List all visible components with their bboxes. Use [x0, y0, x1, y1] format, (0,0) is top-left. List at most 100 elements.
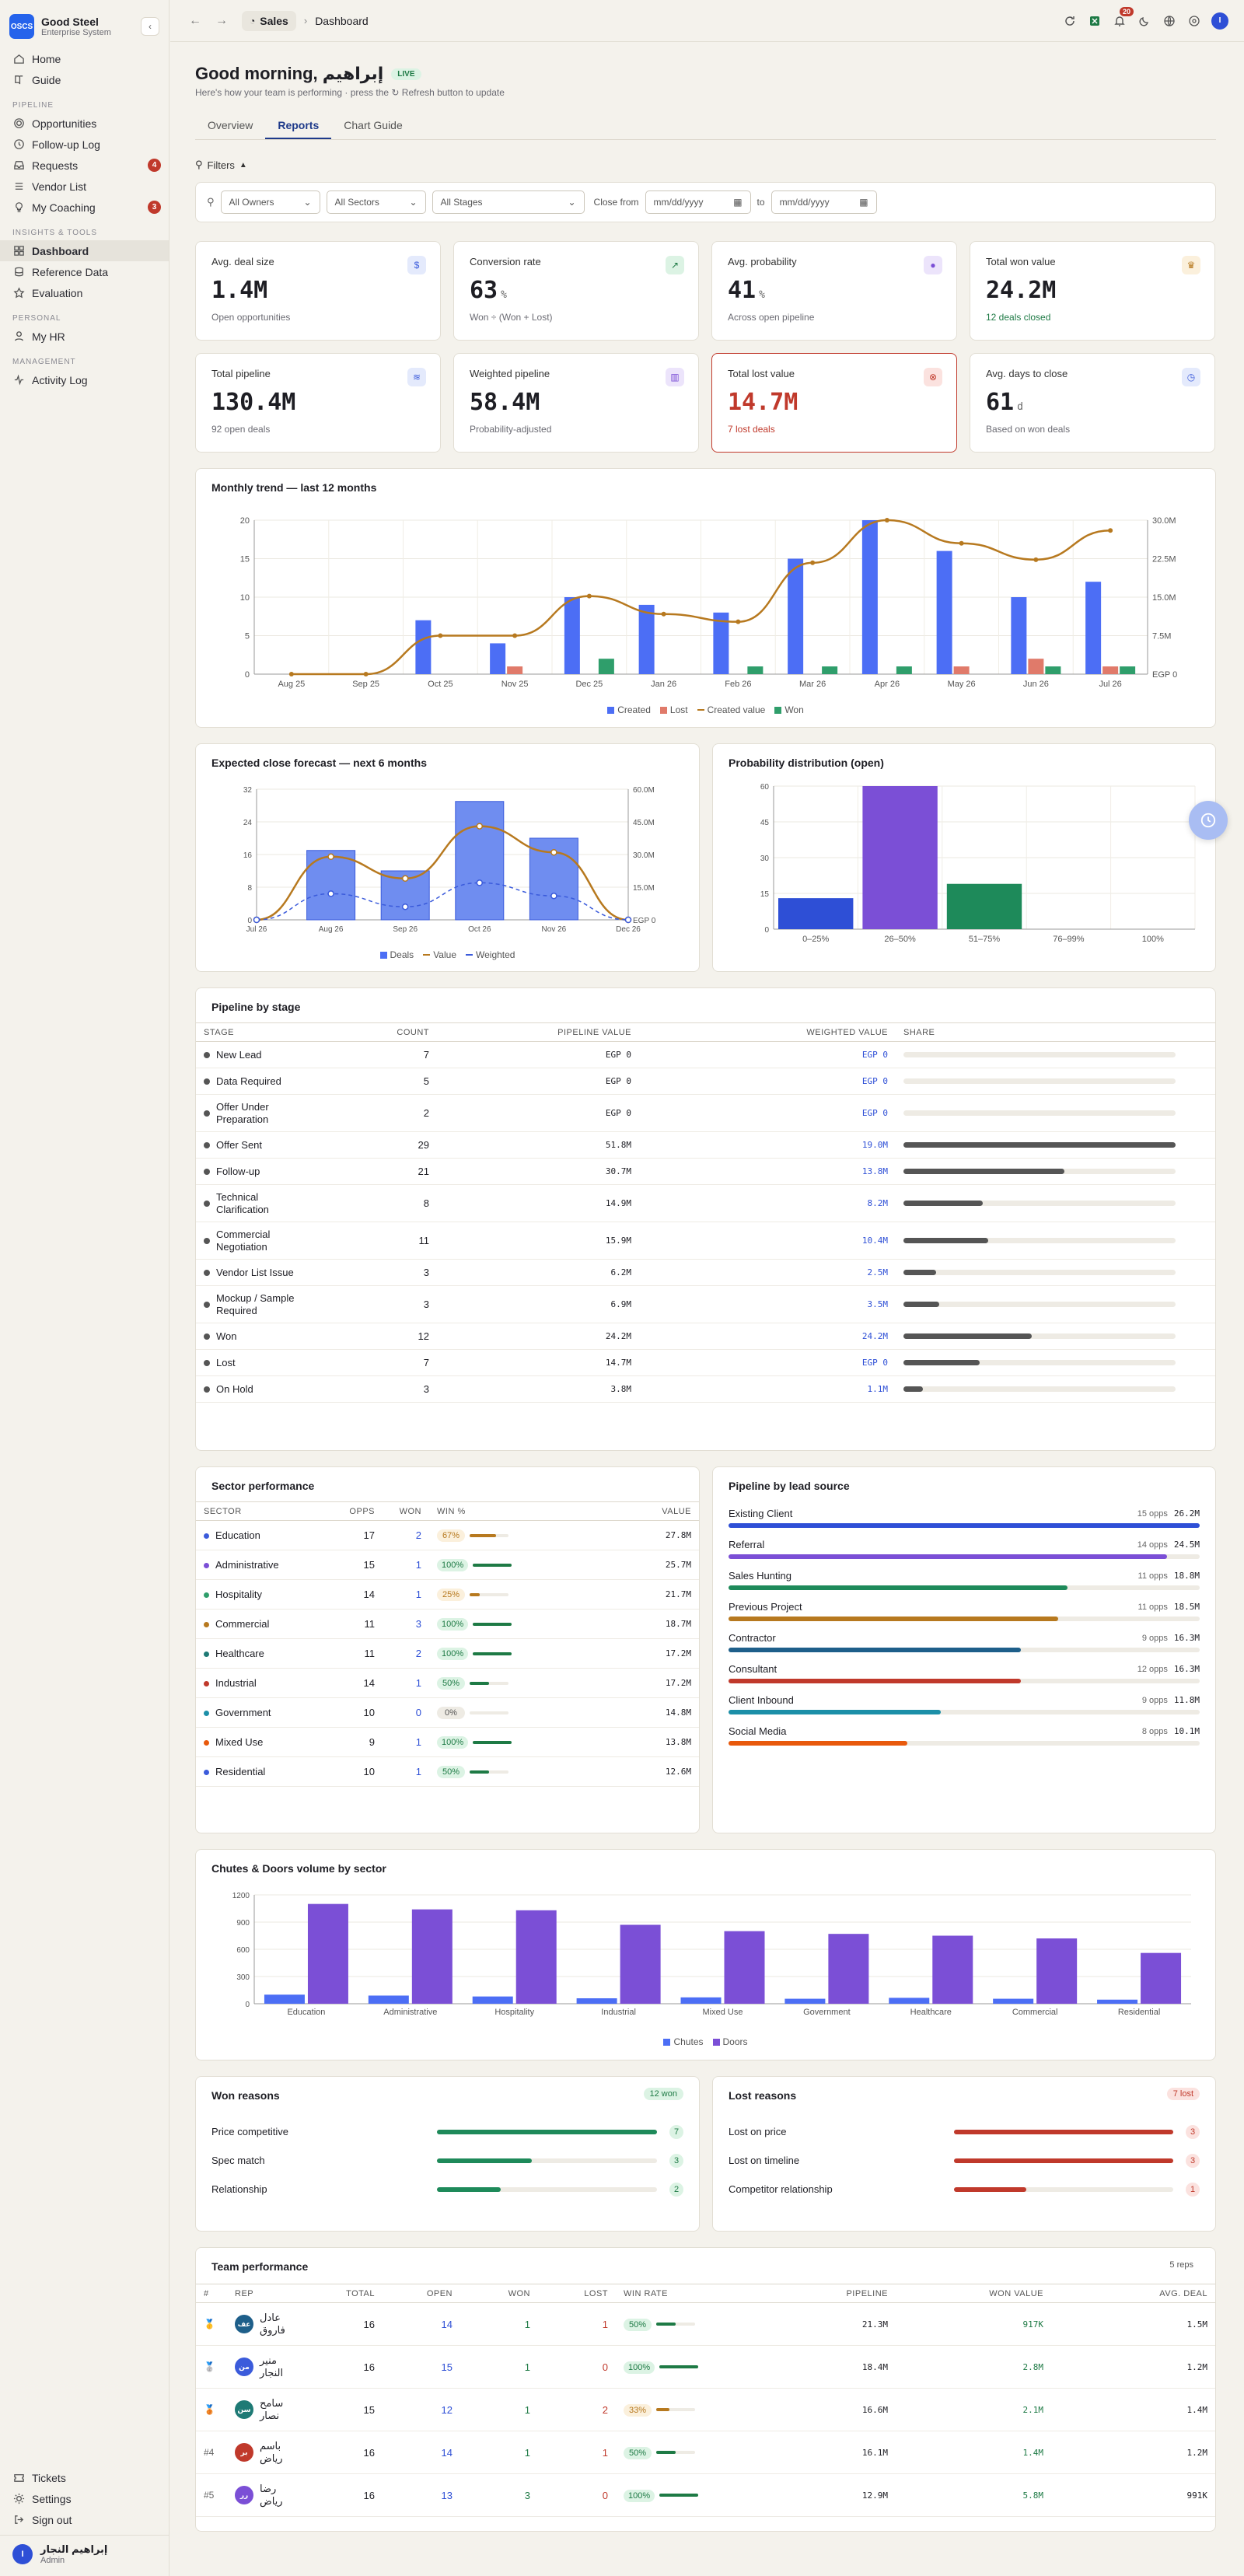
- point-value[interactable]: [550, 848, 557, 856]
- bar-chutes[interactable]: [264, 1994, 305, 2004]
- sidebar-item-activity-log[interactable]: Activity Log: [0, 369, 169, 390]
- close-to-date-input[interactable]: mm/dd/yyyy ▦: [771, 190, 877, 214]
- sector-select[interactable]: All Sectors ⌄: [326, 190, 426, 214]
- point-created-value[interactable]: [884, 518, 889, 523]
- column-header[interactable]: OPPS: [336, 1501, 383, 1521]
- sidebar-item-sign-out[interactable]: Sign out: [0, 2509, 169, 2530]
- back-arrow-icon[interactable]: ←: [189, 14, 201, 28]
- column-header[interactable]: SECTOR: [196, 1501, 336, 1521]
- table-row[interactable]: On Hold 3 3.8M 1.1M: [196, 1375, 1215, 1403]
- table-row[interactable]: Government 10 0 0% 14.8M: [196, 1697, 699, 1728]
- table-row[interactable]: Follow-up 21 30.7M 13.8M: [196, 1158, 1215, 1185]
- column-header[interactable]: WIN RATE: [616, 2284, 756, 2303]
- column-header[interactable]: SHARE: [896, 1022, 1215, 1042]
- close-from-date-input[interactable]: mm/dd/yyyy ▦: [645, 190, 751, 214]
- table-row[interactable]: 🥉 سن سامح نصار 15 12 1 2 33% 16.6M 2.1M 1.4M: [196, 2388, 1215, 2431]
- bar-won[interactable]: [896, 666, 912, 674]
- point-value[interactable]: [401, 875, 409, 883]
- point-weighted[interactable]: [253, 916, 260, 924]
- breadcrumb-root[interactable]: ◔ Sales: [242, 10, 296, 31]
- bar-deals[interactable]: [455, 801, 505, 921]
- bar-created[interactable]: [564, 597, 580, 674]
- bar-chutes[interactable]: [784, 1998, 826, 2004]
- column-header[interactable]: COUNT: [375, 1022, 437, 1042]
- bar-won[interactable]: [747, 666, 764, 674]
- bar-chutes[interactable]: [993, 1998, 1034, 2004]
- bar-doors[interactable]: [411, 1909, 453, 2004]
- bar-probability[interactable]: [862, 786, 938, 929]
- list-item[interactable]: Consultant 12 opps 16.3M: [713, 1663, 1215, 1683]
- bar-won[interactable]: [1045, 666, 1061, 674]
- legend-item[interactable]: Value: [423, 949, 456, 960]
- collapse-sidebar-button[interactable]: ‹: [141, 17, 159, 36]
- bell-icon[interactable]: 20: [1112, 6, 1134, 29]
- table-row[interactable]: Mixed Use 9 1 100% 13.8M: [196, 1727, 699, 1757]
- bar-doors[interactable]: [1036, 1938, 1078, 2004]
- table-row[interactable]: Administrative 15 1 100% 25.7M: [196, 1550, 699, 1580]
- point-created-value[interactable]: [288, 672, 294, 676]
- bar-lost[interactable]: [1102, 666, 1119, 674]
- point-weighted[interactable]: [476, 879, 484, 886]
- bar-chutes[interactable]: [889, 1998, 930, 2004]
- list-item[interactable]: Social Media 8 opps 10.1M: [713, 1725, 1215, 1746]
- column-header[interactable]: STAGE: [196, 1022, 375, 1042]
- sidebar-item-guide[interactable]: Guide: [0, 69, 169, 90]
- tab-overview[interactable]: Overview: [195, 114, 265, 139]
- forward-arrow-icon[interactable]: →: [215, 14, 228, 28]
- list-item[interactable]: Lost on price 3: [713, 2117, 1215, 2146]
- column-header[interactable]: PIPELINE: [756, 2284, 896, 2303]
- sidebar-item-opportunities[interactable]: Opportunities: [0, 113, 169, 134]
- tab-chart-guide[interactable]: Chart Guide: [331, 114, 414, 139]
- table-row[interactable]: Offer Sent 29 51.8M 19.0M: [196, 1131, 1215, 1159]
- bar-chutes[interactable]: [472, 1996, 513, 2004]
- table-row[interactable]: Healthcare 11 2 100% 17.2M: [196, 1638, 699, 1669]
- column-header[interactable]: PIPELINE VALUE: [437, 1022, 639, 1042]
- table-row[interactable]: 🥇 عف عادل فاروق 16 14 1 1 50% 21.3M 917K 1.5M: [196, 2302, 1215, 2346]
- table-row[interactable]: Hospitality 14 1 25% 21.7M: [196, 1579, 699, 1610]
- sidebar-item-follow-up-log[interactable]: Follow-up Log: [0, 134, 169, 155]
- bar-won[interactable]: [1120, 666, 1136, 674]
- excel-export-icon[interactable]: [1087, 13, 1102, 29]
- bar-created[interactable]: [861, 520, 878, 674]
- list-item[interactable]: Existing Client 15 opps 26.2M: [713, 1508, 1215, 1528]
- legend-item[interactable]: Chutes: [663, 2036, 704, 2047]
- table-row[interactable]: 🥈 من منير النجار 16 15 1 0 100% 18.4M 2.8M 1.2M: [196, 2345, 1215, 2389]
- point-created-value[interactable]: [661, 611, 666, 617]
- sidebar-item-vendor-list[interactable]: Vendor List: [0, 176, 169, 197]
- bar-created[interactable]: [415, 620, 432, 674]
- sidebar-item-evaluation[interactable]: Evaluation: [0, 282, 169, 303]
- legend-item[interactable]: Lost: [659, 704, 688, 715]
- sidebar-item-dashboard[interactable]: Dashboard: [0, 240, 169, 261]
- table-row[interactable]: Residential 10 1 50% 12.6M: [196, 1756, 699, 1787]
- point-created-value[interactable]: [1033, 557, 1039, 562]
- sidebar-item-reference-data[interactable]: Reference Data: [0, 261, 169, 282]
- point-weighted[interactable]: [401, 903, 409, 911]
- point-created-value[interactable]: [1108, 528, 1113, 533]
- table-row[interactable]: #5 رر رضا رياض 16 13 3 0 100% 12.9M 5.8M 991K: [196, 2473, 1215, 2517]
- history-fab[interactable]: [1189, 801, 1228, 840]
- stage-select[interactable]: All Stages ⌄: [432, 190, 585, 214]
- table-row[interactable]: Technical Clarification 8 14.9M 8.2M: [196, 1184, 1215, 1222]
- sidebar-item-tickets[interactable]: Tickets: [0, 2467, 169, 2488]
- table-row[interactable]: Commercial 11 3 100% 18.7M: [196, 1609, 699, 1639]
- bar-won[interactable]: [598, 659, 614, 674]
- column-header[interactable]: WON: [383, 1501, 429, 1521]
- refresh-icon[interactable]: [1062, 13, 1078, 29]
- point-created-value[interactable]: [959, 540, 964, 546]
- bar-created[interactable]: [1085, 582, 1102, 674]
- point-created-value[interactable]: [810, 560, 816, 565]
- topbar-avatar[interactable]: I: [1211, 12, 1228, 30]
- bar-chutes[interactable]: [680, 1997, 722, 2004]
- list-item[interactable]: Contractor 9 opps 16.3M: [713, 1632, 1215, 1652]
- bar-doors[interactable]: [932, 1935, 973, 2005]
- legend-item[interactable]: Doors: [712, 2036, 748, 2047]
- bar-probability[interactable]: [946, 883, 1022, 929]
- bar-probability[interactable]: [778, 898, 854, 929]
- point-value[interactable]: [476, 823, 484, 830]
- sidebar-item-requests[interactable]: Requests 4: [0, 155, 169, 176]
- column-header[interactable]: WIN %: [429, 1501, 546, 1521]
- bar-chutes[interactable]: [368, 1995, 409, 2005]
- column-header[interactable]: AVG. DEAL: [1051, 2284, 1215, 2303]
- list-item[interactable]: Referral 14 opps 24.5M: [713, 1539, 1215, 1559]
- sidebar-item-my-hr[interactable]: My HR: [0, 326, 169, 347]
